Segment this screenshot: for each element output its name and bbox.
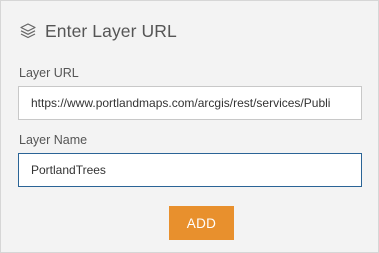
layer-url-input[interactable] (18, 86, 362, 120)
layers-icon (19, 22, 37, 40)
layer-name-input[interactable] (18, 153, 362, 187)
enter-layer-url-panel: Enter Layer URL Layer URL Layer Name ADD (0, 0, 379, 253)
layer-name-label: Layer Name (19, 133, 88, 147)
panel-header: Enter Layer URL (19, 19, 177, 43)
panel-title: Enter Layer URL (45, 20, 177, 41)
layer-url-label: Layer URL (19, 66, 79, 80)
add-button[interactable]: ADD (169, 206, 234, 240)
